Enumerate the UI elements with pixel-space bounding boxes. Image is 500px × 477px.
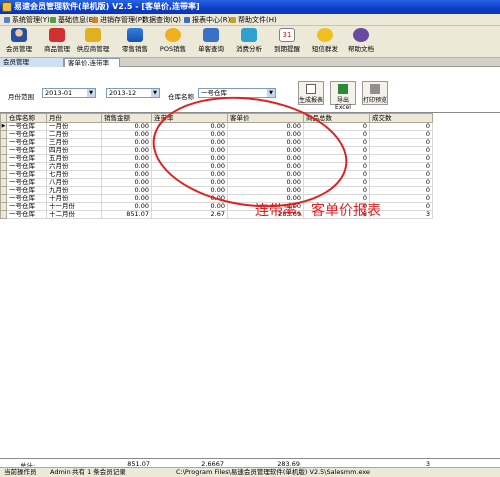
customer-query-icon xyxy=(203,28,219,42)
menu-query[interactable]: 数据查询(Q) xyxy=(140,14,187,26)
generate-report-button[interactable]: 生成报表 xyxy=(298,81,324,105)
to-month-select[interactable]: 2013-12 ▼ xyxy=(106,88,160,98)
product-icon xyxy=(49,28,65,42)
tab-report[interactable]: 客单价,连带率 xyxy=(64,58,120,67)
tab-strip: 会员管理 客单价,连带率 xyxy=(0,58,500,67)
help-docs-button[interactable]: 帮助文档 xyxy=(344,28,378,56)
operator-label: 当前操作员 xyxy=(4,468,37,476)
col-store[interactable]: 仓库名称 xyxy=(6,113,47,123)
supplier-icon xyxy=(85,28,101,42)
app-icon xyxy=(2,2,12,12)
consumption-analysis-button[interactable]: 消费分析 xyxy=(232,28,266,56)
chevron-down-icon: ▼ xyxy=(87,89,95,97)
calendar-icon: 31 xyxy=(279,28,295,42)
excel-icon xyxy=(338,84,348,94)
program-path: C:\Program Files\易速会员管理软件(单机版) V2.5\Sale… xyxy=(176,468,371,476)
title-bar: 易速会员管理软件(单机版) V2.5 - [客单价,连带率] xyxy=(0,0,500,14)
col-deals[interactable]: 成交数 xyxy=(369,113,433,123)
export-excel-button[interactable]: 导出Excel xyxy=(330,81,356,111)
retail-sales-button[interactable]: 零售销售 xyxy=(118,28,152,56)
printer-icon xyxy=(370,84,380,94)
customer-query-button[interactable]: 单客查询 xyxy=(194,28,228,56)
from-month-select[interactable]: 2013-01 ▼ xyxy=(42,88,96,98)
product-management-button[interactable]: 商品管理 xyxy=(40,28,74,56)
help-menu-icon xyxy=(230,17,236,23)
chevron-down-icon: ▼ xyxy=(151,89,159,97)
window-title: 易速会员管理软件(单机版) V2.5 - [客单价,连带率] xyxy=(14,2,200,11)
col-month[interactable]: 月份 xyxy=(46,113,102,123)
inventory-menu-icon xyxy=(92,17,98,23)
sms-icon xyxy=(317,28,333,42)
pos-icon xyxy=(165,28,181,42)
operator-name: Admin xyxy=(50,468,71,476)
tab-member-management[interactable]: 会员管理 xyxy=(0,58,64,67)
system-menu-icon xyxy=(4,17,10,23)
col-sales[interactable]: 销售金额 xyxy=(101,113,152,123)
retail-icon xyxy=(127,28,143,42)
chevron-down-icon: ▼ xyxy=(267,89,275,97)
menu-bar: 系统管理(Y) 基础信息(B) 进销存管理(P) 数据查询(Q) 报表中心(R)… xyxy=(0,14,500,26)
supplier-management-button[interactable]: 供应商管理 xyxy=(76,28,110,56)
pos-sales-button[interactable]: POS销售 xyxy=(156,28,190,56)
annotation-text: 连带率、客单价报表 xyxy=(255,203,381,219)
record-count: 共有 1 条会员记录 xyxy=(72,468,126,476)
print-preview-button[interactable]: 打印预览 xyxy=(362,81,388,105)
document-icon xyxy=(306,84,316,94)
toolbar: 会员管理 商品管理 供应商管理 零售销售 POS销售 单客查询 消费分析 31 到… xyxy=(0,26,500,58)
reports-menu-icon xyxy=(184,17,190,23)
sms-broadcast-button[interactable]: 短信群发 xyxy=(308,28,342,56)
member-management-button[interactable]: 会员管理 xyxy=(2,28,36,56)
range-label: 月份范围 xyxy=(8,93,34,101)
expiry-reminder-button[interactable]: 31 到期提醒 xyxy=(270,28,304,56)
member-icon xyxy=(11,28,27,42)
help-icon xyxy=(353,28,369,42)
status-bar: 当前操作员 Admin 共有 1 条会员记录 C:\Program Files\… xyxy=(0,467,500,477)
analysis-icon xyxy=(241,28,257,42)
store-label: 仓库名称 xyxy=(168,93,194,101)
basic-info-menu-icon xyxy=(50,17,56,23)
menu-help[interactable]: 帮助文件(H) xyxy=(228,14,283,26)
